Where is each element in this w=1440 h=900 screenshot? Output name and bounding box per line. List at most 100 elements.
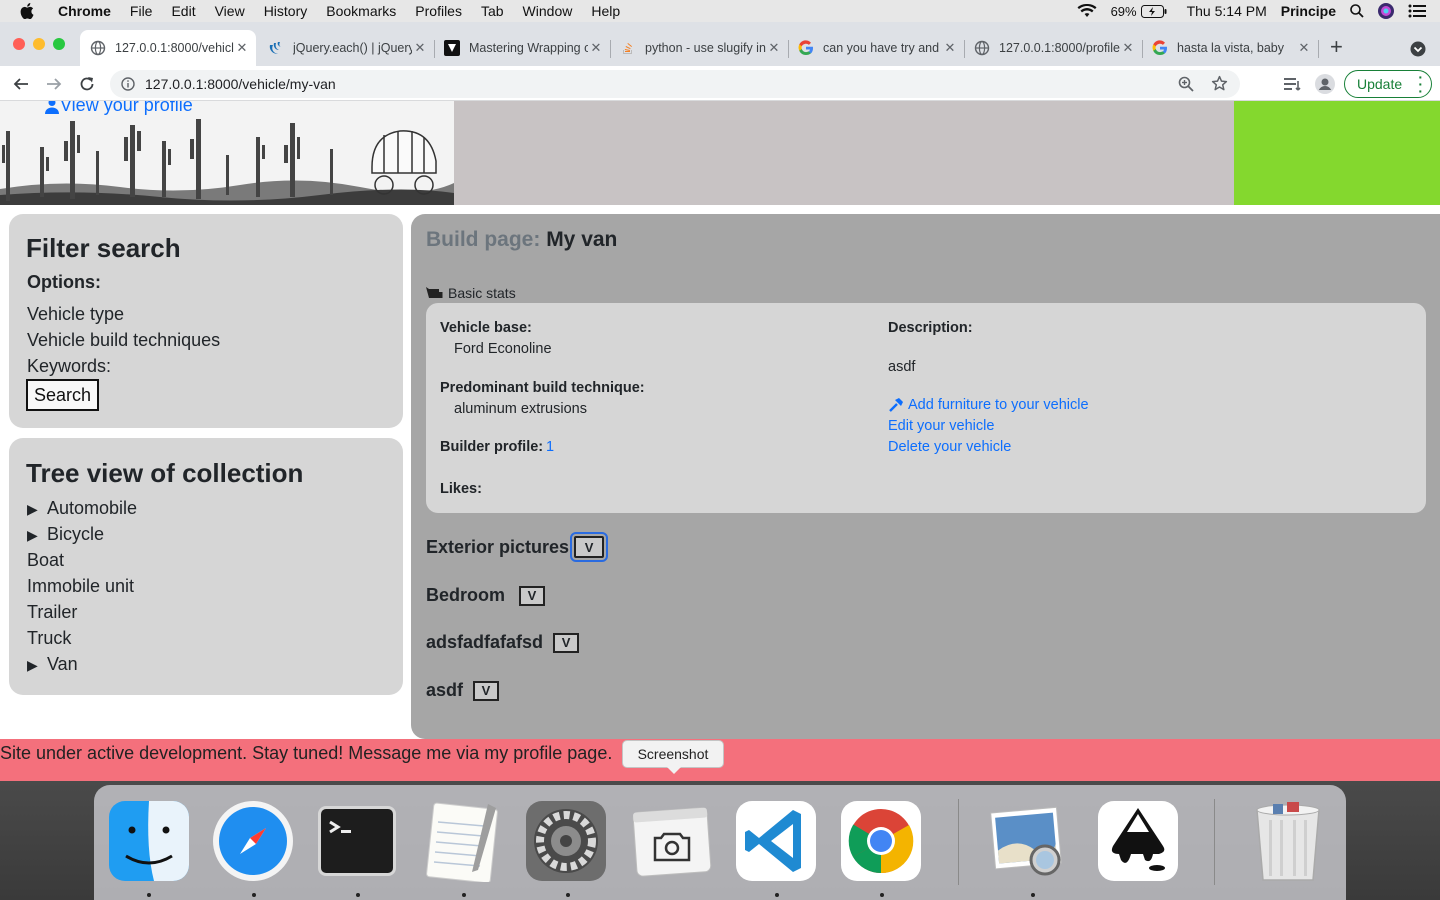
menu-history[interactable]: History [264,3,308,19]
tree-item-bicycle[interactable]: ▶ Bicycle [27,524,104,545]
edit-vehicle-link[interactable]: Edit your vehicle [888,418,994,434]
add-furniture-link[interactable]: Add furniture to your vehicle [888,397,1089,413]
chrome-update-button[interactable]: Update · · · [1344,70,1432,98]
chrome-icon[interactable] [840,800,922,882]
tree-item-trailer[interactable]: Trailer [27,602,77,623]
running-indicator [775,893,779,897]
section-toggle-button[interactable]: V [519,585,546,606]
tab-close-icon[interactable]: ✕ [942,40,958,56]
filter-option-vehicle-type[interactable]: Vehicle type [27,304,124,325]
tab-close-icon[interactable]: ✕ [1296,40,1312,56]
truck-icon [426,287,443,298]
arrow-left-icon [13,78,28,90]
reading-list-button[interactable] [1282,73,1304,95]
tab-python-slugify[interactable]: python - use slugify in template ✕ [610,30,788,66]
running-indicator [1031,893,1035,897]
running-indicator [356,893,360,897]
minimize-window-button[interactable] [33,38,45,50]
menu-file[interactable]: File [130,3,153,19]
search-button[interactable]: Search [26,379,99,411]
zoom-icon[interactable] [1178,76,1194,92]
menu-bookmarks[interactable]: Bookmarks [326,3,396,19]
control-center-icon[interactable] [1408,4,1426,18]
tab-try-except[interactable]: can you have try and except ✕ [788,30,964,66]
menu-window[interactable]: Window [523,3,573,19]
profile-avatar-button[interactable] [1314,73,1336,95]
zoom-window-button[interactable] [53,38,65,50]
tree-item-truck[interactable]: Truck [27,628,71,649]
vscode-icon[interactable] [735,800,817,882]
close-window-button[interactable] [13,38,25,50]
new-tab-button[interactable]: + [1330,36,1343,58]
tab-close-icon[interactable]: ✕ [588,40,604,56]
menu-edit[interactable]: Edit [171,3,195,19]
apple-icon[interactable] [20,3,34,19]
web-page: View your profile Filter search Options:… [0,101,1440,781]
preview-icon[interactable] [987,800,1069,882]
system-preferences-icon[interactable] [525,800,607,882]
spotlight-icon[interactable] [1350,4,1364,18]
expand-triangle-icon[interactable]: ▶ [27,501,47,518]
tab-hasta-la-vista[interactable]: hasta la vista, baby ✕ [1142,30,1318,66]
tree-item-van[interactable]: ▶ Van [27,654,78,675]
tab-profile[interactable]: 127.0.0.1:8000/profile ✕ [964,30,1142,66]
menu-view[interactable]: View [215,3,245,19]
siri-icon[interactable] [1378,3,1394,19]
tab-title: python - use slugify in template [645,41,766,55]
tab-close-icon[interactable]: ✕ [412,40,428,56]
delete-vehicle-link[interactable]: Delete your vehicle [888,439,1011,455]
expand-triangle-icon[interactable]: ▶ [27,527,47,544]
tab-mastering-wrapping[interactable]: Mastering Wrapping of Flex Items ✕ [434,30,610,66]
tree-item-boat[interactable]: Boat [27,550,64,571]
filter-option-build-techniques[interactable]: Vehicle build techniques [27,330,220,351]
tab-close-icon[interactable]: ✕ [766,40,782,56]
hammer-icon [889,398,903,412]
reload-button[interactable] [76,73,98,95]
browser-tab-strip: 127.0.0.1:8000/vehicle/my-van ✕ jQuery.e… [0,22,1440,66]
expand-triangle-icon[interactable]: ▶ [27,657,47,674]
safari-icon[interactable] [212,800,294,882]
tab-jquery-each[interactable]: jQuery.each() | jQuery API Documentation… [258,30,434,66]
finder-icon[interactable] [108,800,190,882]
inkscape-icon[interactable] [1097,800,1179,882]
forward-button[interactable] [43,73,65,95]
info-icon[interactable] [121,77,135,91]
tab-vehicle-my-van[interactable]: 127.0.0.1:8000/vehicle/my-van ✕ [80,30,256,66]
basic-stats-box: Vehicle base: Ford Econoline Predominant… [426,303,1426,513]
wifi-icon[interactable] [1077,4,1097,18]
textedit-icon[interactable] [422,800,504,882]
address-bar[interactable]: 127.0.0.1:8000/vehicle/my-van [110,70,1240,98]
tree-item-immobile-unit[interactable]: Immobile unit [27,576,134,597]
screenshot-icon[interactable] [631,800,713,882]
battery-icon[interactable] [1140,4,1167,18]
back-button[interactable] [10,73,32,95]
page-title-prefix: Build page: [426,228,541,251]
arrow-right-icon [47,78,62,90]
running-indicator [147,893,151,897]
dock-separator [1214,799,1215,885]
bookmark-star-icon[interactable] [1211,75,1228,92]
update-label: Update [1357,76,1403,92]
builder-profile-link[interactable]: 1 [546,439,554,455]
menu-tab[interactable]: Tab [481,3,504,19]
description-value: asdf [888,359,916,375]
menu-help[interactable]: Help [591,3,620,19]
menu-app-name[interactable]: Chrome [58,3,111,19]
url-text: 127.0.0.1:8000/vehicle/my-van [145,76,336,92]
section-toggle-button[interactable]: V [553,632,580,653]
view-profile-link[interactable]: View your profile [44,101,193,116]
tree-item-automobile[interactable]: ▶ Automobile [27,498,137,519]
section-exterior-pictures: Exterior pictures V [426,532,609,562]
tab-close-icon[interactable]: ✕ [234,40,250,56]
section-toggle-button[interactable]: V [570,532,609,562]
menu-profiles[interactable]: Profiles [415,3,462,19]
tab-close-icon[interactable]: ✕ [1120,40,1136,56]
section-toggle-button[interactable]: V [473,680,500,701]
kebab-menu-icon[interactable]: · · · [1418,70,1423,98]
trash-icon[interactable] [1247,800,1329,882]
tab-separator [1318,40,1319,58]
terminal-icon[interactable] [316,800,398,882]
tab-search-icon[interactable] [1410,41,1426,57]
clock[interactable]: Thu 5:14 PM [1187,3,1267,19]
user-name[interactable]: Principe [1281,3,1336,19]
